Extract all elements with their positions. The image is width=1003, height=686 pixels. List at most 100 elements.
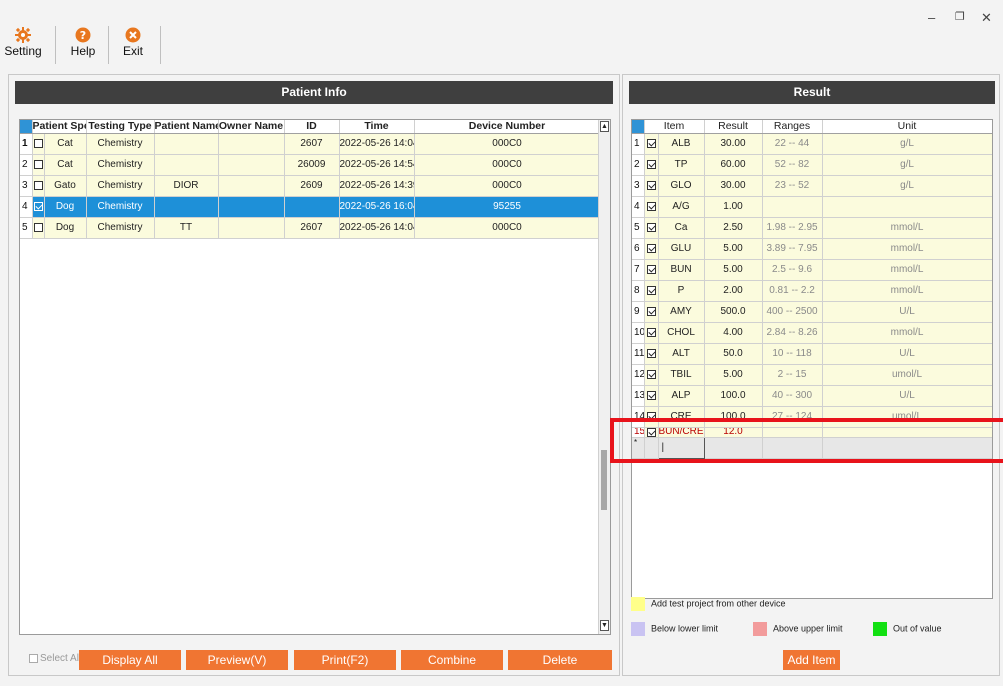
row-checkbox[interactable]	[644, 385, 659, 407]
row-checkbox[interactable]	[644, 133, 659, 155]
result-row[interactable]: 2 TP 60.00 52 -- 82 g/L	[632, 154, 992, 176]
row-number: 4	[632, 196, 645, 218]
checkbox[interactable]	[646, 348, 656, 358]
help-button[interactable]: ? Help	[60, 24, 106, 64]
testing-type-cell: Chemistry	[86, 175, 155, 197]
col-patient-name[interactable]: Patient Name	[154, 120, 219, 134]
result-row[interactable]: 6 GLU 5.00 3.89 -- 7.95 mmol/L	[632, 238, 992, 260]
patient-table-scrollbar[interactable]: ▲ ▼	[598, 120, 610, 634]
col-device-number[interactable]: Device Number	[414, 120, 601, 134]
row-checkbox[interactable]	[32, 154, 45, 176]
toolbar-divider	[108, 26, 109, 64]
row-checkbox[interactable]	[644, 259, 659, 281]
col-item[interactable]: Item	[644, 120, 705, 134]
scroll-down-button[interactable]: ▼	[600, 620, 609, 631]
select-all-checkbox[interactable]: Select All	[29, 653, 81, 664]
testing-type-cell: Chemistry	[86, 196, 155, 218]
table-row[interactable]: 2 Cat Chemistry 26009 2022-05-26 14:54 0…	[20, 154, 601, 176]
col-ranges[interactable]: Ranges	[762, 120, 823, 134]
minimize-button[interactable]: –	[928, 10, 935, 25]
checkbox[interactable]	[646, 327, 656, 337]
result-row[interactable]: 13 ALP100.040 -- 300U/L	[632, 385, 992, 407]
result-cell: 2.50	[704, 217, 763, 239]
row-checkbox[interactable]	[644, 238, 659, 260]
row-checkbox[interactable]	[644, 154, 659, 176]
delete-button[interactable]: Delete	[508, 650, 612, 670]
close-window-button[interactable]: ✕	[981, 10, 992, 26]
result-row[interactable]: 4 A/G 1.00	[632, 196, 992, 218]
row-number: 7	[632, 259, 645, 281]
checkbox[interactable]	[646, 369, 656, 379]
checkbox[interactable]	[646, 264, 656, 274]
row-checkbox[interactable]	[32, 133, 45, 155]
result-row[interactable]: 7 BUN 5.00 2.5 -- 9.6 mmol/L	[632, 259, 992, 281]
patient-info-panel: Patient Info Patient Species Testing Typ…	[8, 74, 620, 676]
col-unit[interactable]: Unit	[822, 120, 992, 134]
checkbox[interactable]	[646, 285, 656, 295]
setting-button[interactable]: Setting	[0, 24, 46, 64]
device-number-cell: 000C0	[414, 175, 601, 197]
table-row[interactable]: 1 Cat Chemistry 2607 2022-05-26 14:04 00…	[20, 133, 601, 155]
preview-button[interactable]: Preview(V)	[186, 650, 288, 670]
table-row[interactable]: 3 Gato Chemistry DIOR 2609 2022-05-26 14…	[20, 175, 601, 197]
unit-cell: g/L	[822, 133, 992, 155]
col-testing-type[interactable]: Testing Type	[86, 120, 155, 134]
checkbox[interactable]	[646, 390, 656, 400]
row-checkbox[interactable]	[644, 175, 659, 197]
scroll-up-button[interactable]: ▲	[600, 121, 609, 132]
testing-type-cell: Chemistry	[86, 133, 155, 155]
pink-swatch	[753, 622, 767, 636]
table-row-selected[interactable]: 4 Dog Chemistry 2022-05-26 16:04 95255	[20, 196, 601, 218]
result-row[interactable]: 5 Ca 2.50 1.98 -- 2.95 mmol/L	[632, 217, 992, 239]
checkbox[interactable]	[646, 222, 656, 232]
result-row[interactable]: 8 P 2.00 0.81 -- 2.2 mmol/L	[632, 280, 992, 302]
print-button[interactable]: Print(F2)	[294, 650, 396, 670]
col-owner-name[interactable]: Owner Name	[218, 120, 285, 134]
row-number: 11	[632, 343, 645, 365]
row-checkbox[interactable]	[644, 364, 659, 386]
result-row[interactable]: 9 AMY 500.0 400 -- 2500 U/L	[632, 301, 992, 323]
setting-label: Setting	[4, 44, 42, 58]
row-checkbox[interactable]	[32, 175, 45, 197]
col-time[interactable]: Time	[339, 120, 415, 134]
row-checkbox[interactable]	[32, 217, 45, 239]
row-checkbox[interactable]	[644, 322, 659, 344]
checkbox[interactable]	[646, 138, 656, 148]
col-result[interactable]: Result	[704, 120, 763, 134]
exit-button[interactable]: Exit	[110, 24, 156, 64]
row-number: 12	[632, 364, 645, 386]
row-checkbox[interactable]	[644, 280, 659, 302]
unit-cell: mmol/L	[822, 322, 992, 344]
result-row[interactable]: 11 ALT 50.0 10 -- 118 U/L	[632, 343, 992, 365]
item-cell: TBIL	[658, 364, 705, 386]
result-row[interactable]: 1 ALB 30.00 22 -- 44 g/L	[632, 133, 992, 155]
checkbox[interactable]	[646, 306, 656, 316]
checkbox[interactable]	[646, 243, 656, 253]
col-patient-species[interactable]: Patient Species	[32, 120, 87, 134]
range-cell: 1.98 -- 2.95	[762, 217, 823, 239]
combine-button[interactable]: Combine	[401, 650, 503, 670]
checkbox[interactable]	[646, 180, 656, 190]
help-label: Help	[70, 44, 96, 58]
display-all-button[interactable]: Display All	[79, 650, 181, 670]
item-cell: ALP	[658, 385, 705, 407]
maximize-button[interactable]: ❐	[955, 10, 965, 23]
table-row[interactable]: 5 Dog Chemistry TT 2607 2022-05-26 14:04…	[20, 217, 601, 239]
green-swatch	[873, 622, 887, 636]
row-checkbox[interactable]	[644, 196, 659, 218]
row-number: 13	[632, 385, 645, 407]
item-cell: Ca	[658, 217, 705, 239]
checkbox[interactable]	[646, 159, 656, 169]
row-checkbox[interactable]	[644, 217, 659, 239]
row-checkbox[interactable]	[644, 301, 659, 323]
col-id[interactable]: ID	[284, 120, 340, 134]
row-checkbox[interactable]	[32, 196, 45, 218]
result-row[interactable]: 12 TBIL5.002 -- 15umol/L	[632, 364, 992, 386]
result-row[interactable]: 3 GLO 30.00 23 -- 52 g/L	[632, 175, 992, 197]
row-number: 5	[20, 217, 33, 239]
row-checkbox[interactable]	[644, 343, 659, 365]
result-row[interactable]: 10 CHOL4.002.84 -- 8.26mmol/L	[632, 322, 992, 344]
add-item-button[interactable]: Add Item	[783, 650, 840, 670]
checkbox[interactable]	[646, 201, 656, 211]
scroll-thumb[interactable]	[601, 450, 607, 510]
